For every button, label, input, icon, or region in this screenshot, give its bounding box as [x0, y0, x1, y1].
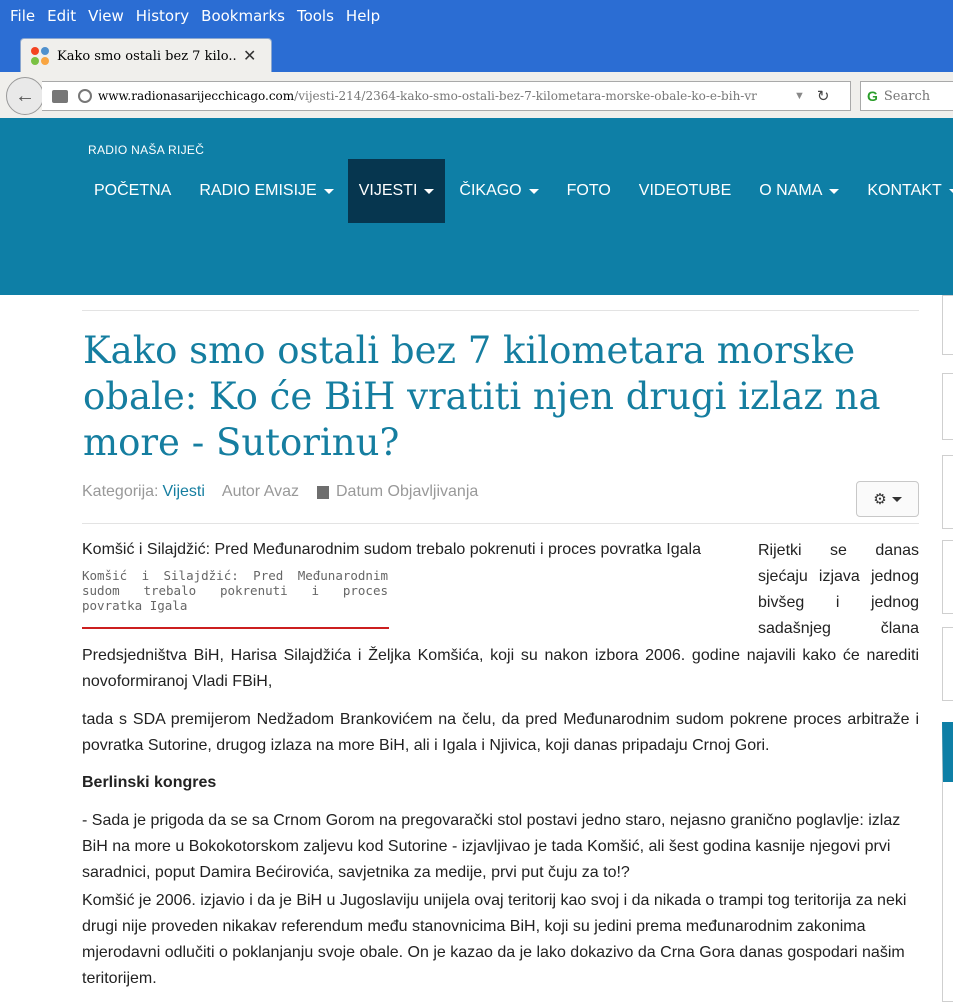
category-link[interactable]: Vijesti: [163, 483, 205, 501]
paragraph: tada s SDA premijerom Nedžadom Branković…: [82, 711, 919, 754]
search-input[interactable]: [881, 87, 946, 105]
paragraph: - Sada je prigoda da se sa Crnom Gorom n…: [82, 812, 901, 881]
divider: [82, 310, 919, 311]
nav-kontakt[interactable]: KONTAKT: [853, 159, 953, 223]
article-meta: Kategorija: Vijesti Autor Avaz Datum Obj…: [82, 483, 478, 501]
browser-tab[interactable]: Kako smo ostali bez 7 kilo... ✕: [20, 38, 272, 73]
url-bar[interactable]: www.radionasarijecchicago.com/vijesti-21…: [42, 81, 851, 111]
caption-rule: [82, 627, 389, 629]
url-domain: www.radionasarijecchicago.com: [98, 89, 295, 103]
tab-close-icon[interactable]: ✕: [243, 46, 256, 66]
caret-down-icon: [424, 188, 435, 194]
nav-label: O NAMA: [759, 182, 823, 199]
calendar-icon: [316, 485, 329, 499]
article-tools-button[interactable]: ⚙: [856, 481, 919, 517]
menu-history[interactable]: History: [136, 7, 189, 25]
nav-label: VIJESTI: [358, 182, 418, 199]
back-arrow-icon: ←: [15, 84, 35, 107]
browser-navbar: ← www.radionasarijecchicago.com/vijesti-…: [0, 72, 953, 119]
caret-down-icon: [528, 188, 539, 194]
article-title: Kako smo ostali bez 7 kilometara morske …: [83, 329, 881, 464]
nav-o-nama[interactable]: O NAMA: [745, 159, 853, 223]
menu-file[interactable]: File: [10, 7, 35, 25]
search-box[interactable]: G: [860, 81, 953, 111]
nav-label: RADIO EMISIJE: [199, 182, 317, 199]
category-label: Kategorija:: [82, 483, 159, 500]
nav-pocetna[interactable]: POČETNA: [80, 159, 185, 223]
lead-text: Rijetki se danas sjećaju izjava jednog b…: [758, 538, 919, 642]
sidebar-module-edge: [942, 722, 953, 1002]
lead-line: Rijetki se danas: [758, 542, 919, 559]
nav-label: KONTAKT: [867, 182, 942, 199]
nav-label: VIDEOTUBE: [638, 182, 732, 199]
nav-label: POČETNA: [94, 182, 172, 199]
sidebar-module-edge: [942, 627, 953, 701]
joomla-favicon-icon: [31, 47, 49, 65]
site-brand[interactable]: RADIO NAŠA RIJEČ: [88, 143, 204, 157]
divider: [82, 523, 919, 524]
search-engine-icon[interactable]: G: [867, 88, 878, 104]
caret-down-icon: [323, 188, 334, 194]
paragraph: Predsjedništva BiH, Harisa Silajdžića i …: [82, 647, 919, 690]
lead-line: bivšeg i jednog: [758, 594, 919, 611]
tab-strip: Kako smo ostali bez 7 kilo... ✕ +: [0, 32, 953, 95]
caret-down-icon: [891, 496, 902, 502]
publish-date: Datum Objavljivanja: [335, 483, 479, 500]
sidebar-module-edge: [942, 540, 953, 614]
nav-videotube[interactable]: VIDEOTUBE: [625, 159, 745, 223]
caret-down-icon: [829, 188, 840, 194]
lead-line: sjećaju izjava jednog: [758, 568, 919, 585]
image-caption: Komšić i Silajdžić: Pred Međunarodnim su…: [82, 568, 388, 613]
browser-menubar: File Edit View History Bookmarks Tools H…: [0, 0, 953, 32]
main-nav: POČETNA RADIO EMISIJE VIJESTI ČIKAGO FOT…: [80, 159, 953, 223]
caret-down-icon: [948, 188, 953, 194]
nav-vijesti[interactable]: VIJESTI: [347, 159, 446, 223]
nav-cikago[interactable]: ČIKAGO: [445, 159, 552, 223]
menu-view[interactable]: View: [88, 7, 124, 25]
url-text[interactable]: www.radionasarijecchicago.com/vijesti-21…: [98, 89, 788, 103]
gear-icon: ⚙: [873, 491, 887, 508]
sidebar-module-edge: [942, 295, 953, 355]
menu-edit[interactable]: Edit: [47, 7, 76, 25]
nav-radio-emisije[interactable]: RADIO EMISIJE: [185, 159, 347, 223]
site-header: RADIO NAŠA RIJEČ POČETNA RADIO EMISIJE V…: [0, 118, 953, 295]
menu-bookmarks[interactable]: Bookmarks: [201, 7, 285, 25]
globe-icon: [78, 89, 92, 103]
lead-line: sadašnjeg člana: [758, 620, 919, 637]
url-path: /vijesti-214/2364-kako-smo-ostali-bez-7-…: [294, 89, 757, 103]
reload-icon[interactable]: ↻: [817, 87, 830, 105]
author: Autor Avaz: [221, 483, 299, 500]
nav-foto[interactable]: FOTO: [553, 159, 625, 223]
menu-tools[interactable]: Tools: [297, 7, 334, 25]
menu-help[interactable]: Help: [346, 7, 380, 25]
subheading: Berlinski kongres: [82, 774, 217, 791]
tab-groups-icon[interactable]: [52, 89, 68, 103]
paragraph: Komšić je 2006. izjavio i da je BiH u Ju…: [82, 892, 907, 987]
url-dropdown-icon[interactable]: ▼: [794, 90, 805, 102]
image-title: Komšić i Silajdžić: Pred Međunarodnim su…: [82, 541, 701, 558]
tab-title: Kako smo ostali bez 7 kilo...: [57, 48, 237, 64]
sidebar-module-edge: [942, 373, 953, 440]
back-button[interactable]: ←: [6, 77, 44, 115]
nav-label: ČIKAGO: [459, 182, 522, 199]
sidebar-module-edge: [942, 455, 953, 529]
nav-label: FOTO: [566, 182, 611, 199]
